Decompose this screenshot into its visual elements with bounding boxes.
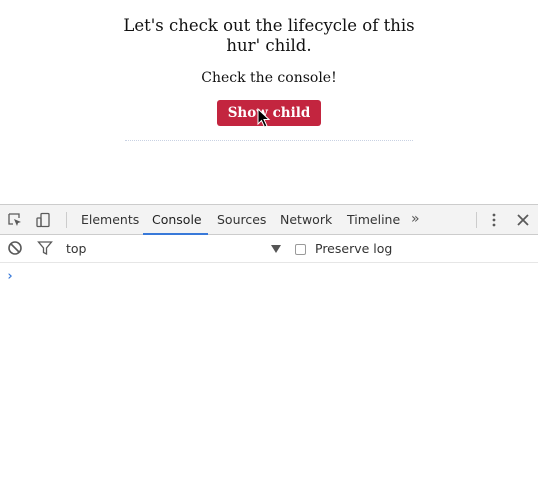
devtools-panel: Elements Console Sources Network Timelin… bbox=[0, 204, 538, 490]
kebab-menu-icon[interactable] bbox=[485, 211, 503, 229]
filter-icon[interactable] bbox=[36, 239, 54, 257]
tab-sources[interactable]: Sources bbox=[217, 205, 266, 235]
page-subtitle: Check the console! bbox=[201, 70, 337, 86]
tab-network[interactable]: Network bbox=[280, 205, 332, 235]
tab-console[interactable]: Console bbox=[152, 205, 202, 235]
close-icon[interactable] bbox=[514, 211, 532, 229]
context-select[interactable]: top bbox=[66, 241, 86, 256]
page-title-line2: hur' child. bbox=[226, 36, 312, 55]
mouse-cursor-icon bbox=[257, 108, 271, 128]
clear-console-icon[interactable] bbox=[6, 239, 24, 257]
console-input[interactable] bbox=[22, 269, 522, 285]
toolbar-separator bbox=[476, 212, 477, 228]
more-tabs-button[interactable]: » bbox=[411, 205, 420, 235]
device-toolbar-icon[interactable] bbox=[34, 211, 52, 229]
chevron-down-icon[interactable] bbox=[271, 245, 281, 253]
tab-timeline[interactable]: Timeline bbox=[347, 205, 400, 235]
tab-elements[interactable]: Elements bbox=[81, 205, 139, 235]
page-title: Let's check out the lifecycle of this hu… bbox=[120, 16, 418, 56]
console-filterbar: top Preserve log bbox=[0, 235, 538, 263]
console-output: › bbox=[0, 263, 538, 490]
preserve-log-checkbox[interactable] bbox=[295, 244, 306, 255]
toolbar-separator bbox=[66, 212, 67, 228]
page: Let's check out the lifecycle of this hu… bbox=[0, 0, 538, 490]
inspect-element-icon[interactable] bbox=[6, 211, 24, 229]
page-title-line1: Let's check out the lifecycle of this bbox=[123, 16, 415, 35]
devtools-tabbar: Elements Console Sources Network Timelin… bbox=[0, 204, 538, 235]
divider bbox=[125, 140, 413, 141]
app-area: Let's check out the lifecycle of this hu… bbox=[0, 0, 538, 204]
prompt-caret-icon: › bbox=[6, 269, 14, 284]
preserve-log-label: Preserve log bbox=[315, 241, 393, 256]
